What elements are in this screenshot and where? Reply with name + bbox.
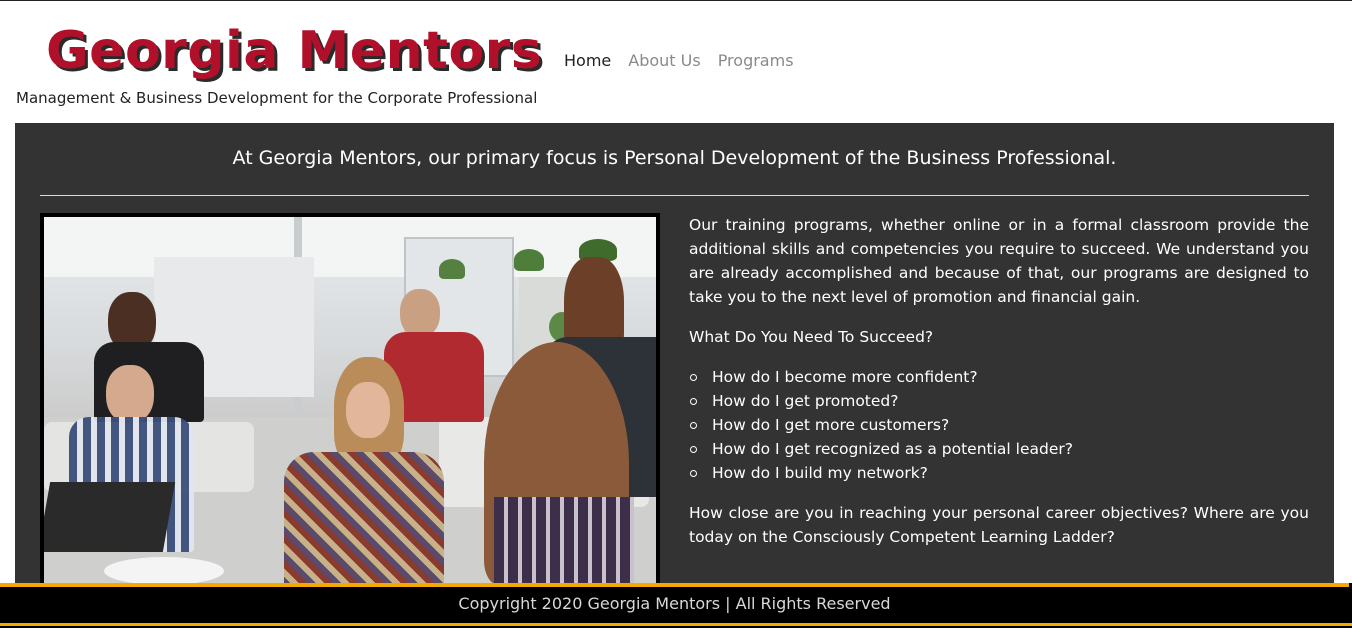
page-headline: At Georgia Mentors, our primary focus is…	[232, 147, 1117, 169]
main-panel: At Georgia Mentors, our primary focus is…	[15, 123, 1334, 585]
list-item: How do I get recognized as a potential l…	[689, 437, 1309, 461]
footer-accent-stripe	[0, 583, 1349, 587]
list-item: How do I build my network?	[689, 461, 1309, 485]
circle-bullet-icon	[690, 398, 697, 405]
main-nav: Home About Us Programs	[564, 51, 794, 70]
team-photo-frame	[40, 213, 660, 585]
footer-copyright: Copyright 2020 Georgia Mentors | All Rig…	[458, 594, 891, 613]
nav-item-about-us[interactable]: About Us	[628, 51, 700, 70]
list-item: How do I become more confident?	[689, 365, 1309, 389]
site-footer: Copyright 2020 Georgia Mentors | All Rig…	[0, 583, 1352, 628]
footer-accent-stripe-bottom	[0, 623, 1352, 626]
intro-paragraph: Our training programs, whether online or…	[689, 216, 1309, 306]
circle-bullet-icon	[690, 446, 697, 453]
site-tagline: Management & Business Development for th…	[16, 89, 538, 107]
nav-item-home[interactable]: Home	[564, 51, 611, 70]
site-logo-title[interactable]: Georgia Mentors	[46, 21, 542, 81]
team-meeting-photo	[44, 217, 656, 585]
list-item: How do I get promoted?	[689, 389, 1309, 413]
site-header: Georgia Mentors Management & Business De…	[0, 1, 1352, 123]
list-item: How do I get more customers?	[689, 413, 1309, 437]
question-list: How do I become more confident? How do I…	[689, 365, 1309, 485]
main-content: Our training programs, whether online or…	[689, 213, 1309, 549]
closing-paragraph: How close are you in reaching your perso…	[689, 504, 1309, 546]
headline-divider	[40, 195, 1309, 196]
circle-bullet-icon	[690, 470, 697, 477]
circle-bullet-icon	[690, 422, 697, 429]
succeed-question: What Do You Need To Succeed?	[689, 328, 934, 346]
circle-bullet-icon	[690, 374, 697, 381]
nav-item-programs[interactable]: Programs	[718, 51, 794, 70]
